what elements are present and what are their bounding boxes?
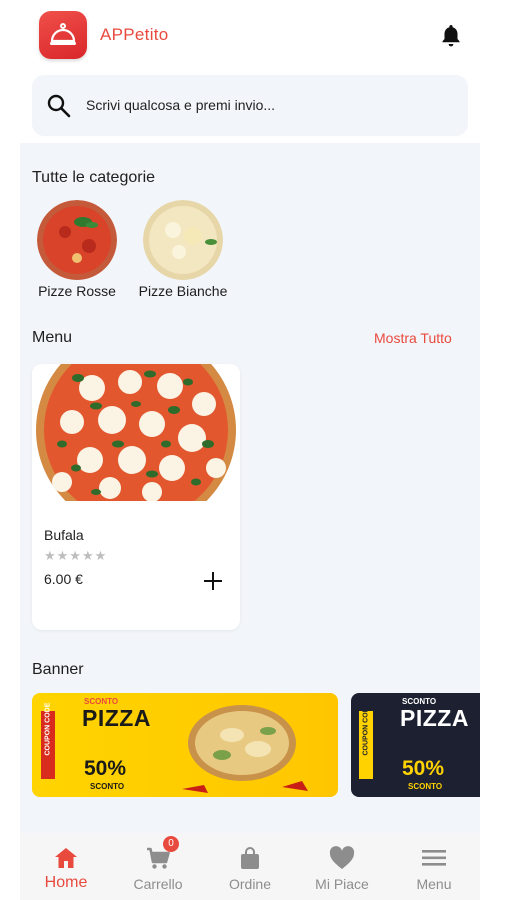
- banner-card[interactable]: COUPON CODE SCONTO PIZZA 50% SCONTO: [32, 693, 338, 797]
- banner-card[interactable]: COUPON CODE SCONTO PIZZA 50% SCONTO: [351, 693, 480, 797]
- nav-label: Home: [44, 874, 88, 891]
- search-bar[interactable]: [32, 75, 468, 136]
- banner-percent-sub: SCONTO: [408, 782, 443, 791]
- banner-percent: 50%: [84, 757, 127, 780]
- home-icon: [55, 848, 77, 868]
- next-section-title-partial: [32, 825, 172, 833]
- category-image: [143, 200, 223, 280]
- add-to-cart-icon[interactable]: [202, 570, 224, 592]
- menu-item-rating: ★★★★★: [44, 548, 108, 563]
- banner-headline: PIZZA: [82, 705, 151, 731]
- nav-label: Menu: [416, 876, 452, 892]
- menu-item-image: [32, 364, 240, 501]
- nav-label: Carrello: [133, 876, 183, 892]
- cloche-icon: [50, 23, 76, 45]
- menu-item-name: Bufala: [44, 527, 84, 543]
- category-label: Pizze Rosse: [38, 283, 116, 299]
- banner-coupon-tag: COUPON CODE: [362, 702, 370, 756]
- search-input[interactable]: [86, 93, 446, 117]
- bottom-nav: Home 0 Carrello Ordine Mi Piace Menu: [20, 833, 480, 900]
- category-image: [37, 200, 117, 280]
- main-content: Tutte le categorie Pizze Rosse Pizze Bia…: [20, 143, 480, 833]
- banner-percent: 50%: [402, 757, 445, 780]
- categories-title: Tutte le categorie: [32, 169, 156, 186]
- nav-favorites[interactable]: Mi Piace: [296, 833, 388, 900]
- menu-item-card[interactable]: Bufala ★★★★★ 6.00 €: [32, 364, 240, 630]
- bag-icon: [241, 847, 259, 869]
- heart-icon: [329, 846, 355, 869]
- nav-orders[interactable]: Ordine: [204, 833, 296, 900]
- banner-percent-sub: SCONTO: [90, 782, 125, 791]
- category-item-pizze-bianche[interactable]: Pizze Bianche: [131, 200, 235, 299]
- nav-home[interactable]: Home: [20, 833, 112, 900]
- nav-cart[interactable]: 0 Carrello: [112, 833, 204, 900]
- nav-label: Mi Piace: [315, 876, 369, 892]
- category-item-pizze-rosse[interactable]: Pizze Rosse: [32, 200, 122, 299]
- hamburger-icon: [422, 850, 446, 866]
- category-label: Pizze Bianche: [138, 283, 228, 299]
- cart-badge: 0: [163, 836, 179, 852]
- menu-item-price: 6.00 €: [44, 571, 83, 587]
- search-icon: [47, 94, 71, 118]
- banner-coupon-tag: COUPON CODE: [44, 702, 52, 756]
- menu-show-all-link[interactable]: Mostra Tutto: [374, 330, 452, 346]
- menu-title: Menu: [32, 329, 73, 346]
- bell-icon[interactable]: [439, 23, 463, 49]
- app-title: APPetito: [100, 25, 169, 44]
- app-header: APPetito: [0, 0, 506, 70]
- app-logo: [39, 11, 87, 59]
- nav-label: Ordine: [228, 876, 272, 892]
- nav-menu[interactable]: Menu: [388, 833, 480, 900]
- banner-title: Banner: [32, 661, 84, 678]
- banner-headline: PIZZA: [400, 705, 469, 731]
